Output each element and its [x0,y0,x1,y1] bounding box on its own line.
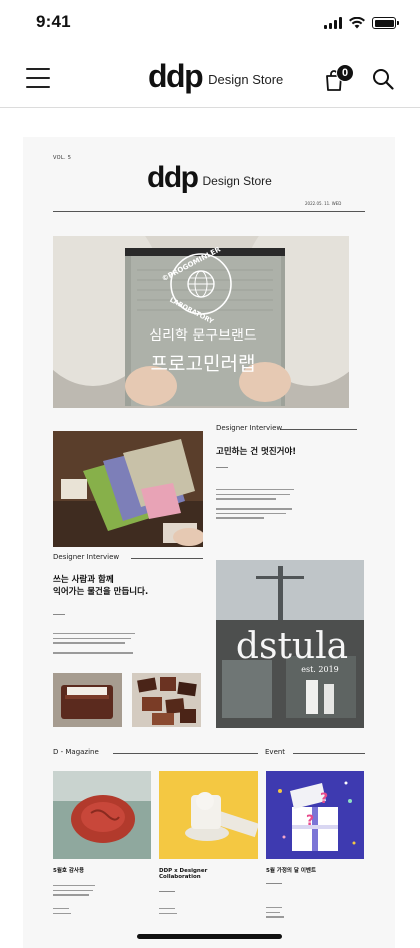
hero-title-line2: 프로고민러랩 [151,353,256,375]
card-caption-2-line2: Collaboration [159,874,201,880]
interview1-body-text [216,489,296,522]
interview2-section-title: Designer Interview [53,553,120,561]
magazine-brand-mark: ddp [147,161,199,194]
d-magazine-section-rule [113,753,258,754]
interview2-headline-line2: 익어가는 물건을 만듭니다. [53,587,149,597]
magazine-brand-name: Design Store [202,173,272,188]
brand-name: Design Store [208,71,284,87]
home-indicator[interactable] [137,934,282,939]
event-section-rule [293,753,365,754]
card-caption-3: 5월 가정의 달 이벤트 [266,868,317,874]
hero-image[interactable]: ©PROGOMINLER LABORATORY 심리학 문구브랜드 프로고민러랩 [53,236,349,408]
leather-pieces-photo[interactable] [132,673,201,727]
wifi-icon [349,17,365,29]
magazine-date: 2022.05. 11. WED [305,201,342,206]
menu-button[interactable] [26,68,50,88]
hero-title-line1: 심리학 문구브랜드 [149,328,257,344]
card3-footer-text [266,907,286,921]
shop-storefront-photo[interactable]: dstula est. 2019 [216,560,364,728]
wallet-photo[interactable] [53,673,122,727]
battery-icon [372,17,399,29]
d-magazine-section-title: D - Magazine [53,748,99,756]
card1-body-text [53,885,97,899]
card-caption-1: 5월호 감사용 [53,868,85,874]
cellular-signal-icon [324,17,342,29]
interview1-headline: 고민하는 건 멋진거야! [216,447,297,457]
search-icon[interactable] [372,68,394,90]
wax-seal-photo[interactable] [53,771,151,859]
magazine-brand: ddp Design Store [147,163,272,193]
event-gift-photo[interactable]: ? ? [266,771,364,859]
interview2-body-text [53,633,137,657]
cart-count-badge[interactable]: 0 [336,64,354,82]
magazine-volume: VOL. 5 [53,155,72,161]
card3-divider [266,883,282,884]
card1-footer-text [53,908,73,917]
interview2-section-rule [131,558,203,559]
status-bar: 9:41 [0,0,420,48]
interview2-divider [53,614,65,615]
brand-mark: ddp [148,58,204,94]
status-icons [324,17,399,29]
hamburger-menu-icon [26,68,50,70]
interview1-section-rule [281,429,357,430]
status-time: 9:41 [36,12,71,31]
magazine-header-rule [53,211,365,212]
svg-text:?: ? [306,813,314,829]
interview1-photo[interactable] [53,431,203,547]
collaboration-photo[interactable] [159,771,258,859]
card2-footer-text [159,908,179,917]
card2-divider [159,891,175,892]
interview1-divider [216,467,228,468]
shop-est: est. 2019 [301,665,339,674]
svg-text:?: ? [320,791,328,807]
interview1-section-title: Designer Interview [216,424,283,432]
brand-logo[interactable]: ddp Design Store [148,59,283,93]
interview2-headline-line1: 쓰는 사람과 함께 [53,575,114,585]
app-header: ddp Design Store [0,48,420,108]
shop-name: dstula [236,626,348,667]
magazine-page[interactable]: VOL. 5 ddp Design Store 2022.05. 11. WED [23,137,395,948]
event-section-title: Event [265,748,286,756]
